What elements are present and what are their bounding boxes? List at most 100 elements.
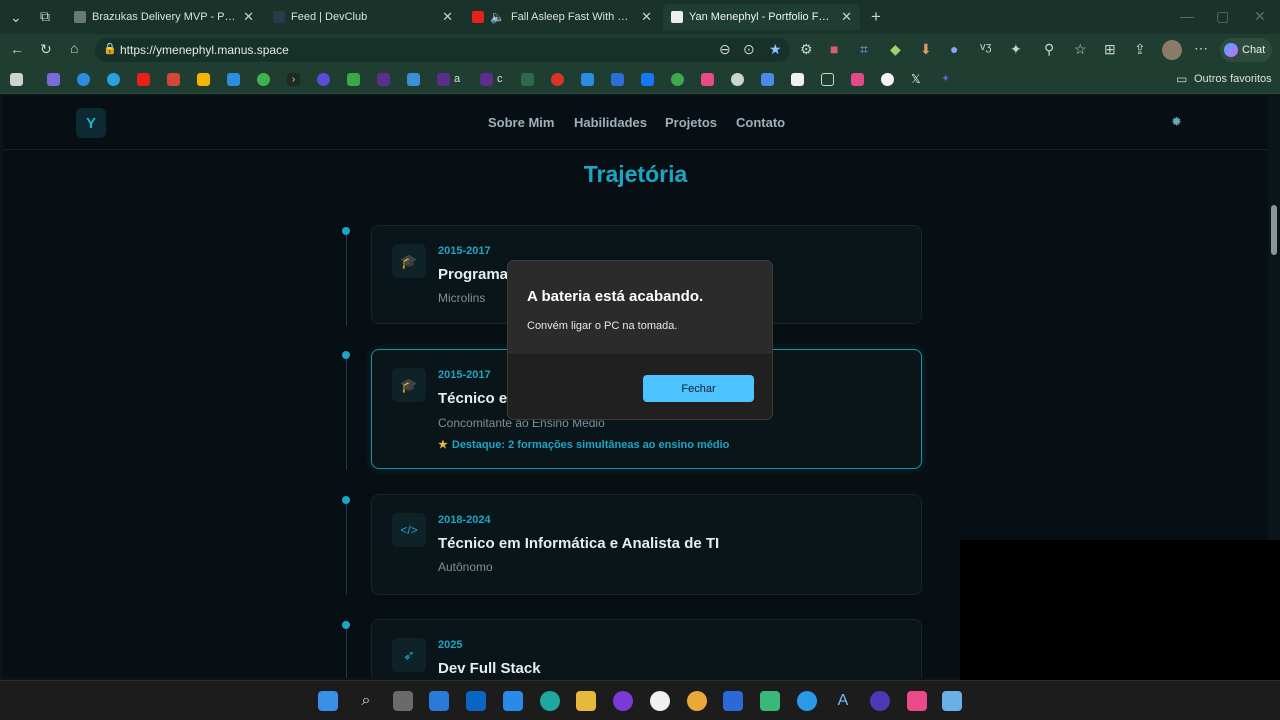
favorites-icon[interactable]: ☆ <box>1074 41 1087 58</box>
bookmark-icon[interactable] <box>701 73 714 86</box>
onedrive-icon[interactable] <box>77 73 90 86</box>
bookmark-icon[interactable] <box>347 73 360 86</box>
speaker-icon[interactable]: 🔈 <box>490 10 505 24</box>
x-icon[interactable]: 𝕏 <box>911 72 921 86</box>
maximize-icon[interactable]: ▢ <box>1216 8 1229 25</box>
close-window-icon[interactable]: ✕ <box>1254 8 1266 25</box>
refresh-icon[interactable]: ↻ <box>40 41 52 58</box>
bookmark-icon[interactable] <box>47 73 60 86</box>
other-favorites[interactable]: Outros favoritos <box>1194 73 1272 85</box>
docker-icon[interactable] <box>797 691 817 711</box>
scroll-thumb[interactable] <box>1271 205 1277 255</box>
avatar[interactable] <box>1162 40 1182 60</box>
tab-brazukas[interactable]: Brazukas Delivery MVP - Painel de ✕ <box>66 4 262 30</box>
timeline-line <box>346 235 347 326</box>
drive-icon[interactable] <box>197 73 210 86</box>
bookmark-icon[interactable] <box>10 73 23 86</box>
extension-icon[interactable]: ⌗ <box>860 41 868 58</box>
close-button[interactable]: Fechar <box>643 375 754 402</box>
bookmark-icon[interactable] <box>257 73 270 86</box>
search-icon[interactable]: ⌕ <box>356 691 376 711</box>
zoom-icon[interactable]: ⊖ <box>719 41 731 58</box>
url-text: https://ymenephyl.manus.space <box>120 43 289 57</box>
extension-icon[interactable]: ⚙ <box>800 41 813 58</box>
split-icon[interactable]: ⚲ <box>1044 41 1054 58</box>
bookmark-icon[interactable] <box>521 73 534 86</box>
google-icon[interactable] <box>881 73 894 86</box>
menu-icon[interactable]: ⋯ <box>1194 40 1208 57</box>
app-icon[interactable] <box>760 691 780 711</box>
extension-icon[interactable]: ◆ <box>890 41 901 58</box>
chevron-down-icon[interactable]: ⌄ <box>10 9 22 26</box>
youtube-icon[interactable] <box>137 73 150 86</box>
edge-icon[interactable] <box>540 691 560 711</box>
bookmark-icon[interactable] <box>437 73 450 86</box>
app-icon[interactable] <box>870 691 890 711</box>
github-icon[interactable] <box>650 691 670 711</box>
lock-icon[interactable]: 🔒 <box>103 42 117 55</box>
nav-sobre-mim[interactable]: Sobre Mim <box>488 115 554 130</box>
bookmark-icon[interactable] <box>671 73 684 86</box>
linkedin-icon[interactable] <box>466 691 486 711</box>
app-icon[interactable] <box>942 691 962 711</box>
extension-icon[interactable]: vʒ <box>980 41 992 53</box>
bookmark-icon[interactable] <box>611 73 624 86</box>
bookmark-label[interactable]: c <box>497 73 503 85</box>
bookmark-icon[interactable] <box>407 73 420 86</box>
close-icon[interactable]: ✕ <box>442 9 453 25</box>
bookmark-label[interactable]: a <box>454 73 460 85</box>
puzzle-icon[interactable]: ✦ <box>1010 41 1022 58</box>
bookmark-icon[interactable] <box>317 73 330 86</box>
copilot-chat-button[interactable]: Chat <box>1220 38 1272 62</box>
slack-icon[interactable] <box>907 691 927 711</box>
close-icon[interactable]: ✕ <box>641 9 652 25</box>
tab-portfolio[interactable]: Yan Menephyl - Portfolio Full-Stac ✕ <box>663 4 860 30</box>
folder-icon[interactable] <box>821 73 834 86</box>
onedrive-icon[interactable] <box>227 73 240 86</box>
share-icon[interactable]: ⇪ <box>1134 41 1146 58</box>
minimize-icon[interactable]: — <box>1180 8 1194 24</box>
extension-icon[interactable]: ● <box>950 41 958 57</box>
site-logo[interactable]: Y <box>76 108 106 138</box>
tab-devclub[interactable]: Feed | DevClub ✕ <box>265 4 461 30</box>
gmail-icon[interactable] <box>167 73 180 86</box>
app-icon[interactable] <box>613 691 633 711</box>
chrome-icon[interactable] <box>687 691 707 711</box>
windows-start-icon[interactable] <box>318 691 338 711</box>
bookmark-icon[interactable] <box>377 73 390 86</box>
bookmark-icon[interactable]: ✦ <box>941 72 950 85</box>
nav-habilidades[interactable]: Habilidades <box>574 115 647 130</box>
favorite-star-icon[interactable]: ★ <box>769 41 782 58</box>
more-icon[interactable]: ⊙ <box>743 41 755 58</box>
bookmark-icon[interactable] <box>480 73 493 86</box>
gemini-icon[interactable] <box>761 73 774 86</box>
nav-projetos[interactable]: Projetos <box>665 115 717 130</box>
collections-icon[interactable]: ⊞ <box>1104 41 1116 58</box>
slack-icon[interactable] <box>851 73 864 86</box>
nav-contato[interactable]: Contato <box>736 115 785 130</box>
sun-icon[interactable]: ✹ <box>1171 114 1182 130</box>
vscode-icon[interactable] <box>429 691 449 711</box>
file-explorer-icon[interactable] <box>576 691 596 711</box>
task-view-icon[interactable] <box>393 691 413 711</box>
extension-icon[interactable]: ⬇ <box>920 41 932 58</box>
url-input[interactable]: 🔒 https://ymenephyl.manus.space ⊖ ⊙ ★ <box>95 38 790 62</box>
onedrive-icon[interactable] <box>581 73 594 86</box>
close-icon[interactable]: ✕ <box>243 9 254 25</box>
new-tab-icon[interactable]: + <box>871 7 881 27</box>
telegram-icon[interactable] <box>107 73 120 86</box>
bookmark-icon[interactable] <box>551 73 564 86</box>
outlook-icon[interactable] <box>723 691 743 711</box>
tab-youtube[interactable]: 🔈 Fall Asleep Fast With Heavy Ra ✕ <box>464 4 660 30</box>
terminal-icon[interactable]: › <box>287 73 300 86</box>
chatgpt-icon[interactable] <box>731 73 744 86</box>
close-icon[interactable]: ✕ <box>841 9 852 25</box>
extension-icon[interactable]: ■ <box>830 41 838 57</box>
bookmark-icon[interactable] <box>791 73 804 86</box>
back-icon[interactable]: ← <box>10 41 24 57</box>
app-icon[interactable]: A <box>833 691 853 711</box>
workspaces-icon[interactable]: ⧉ <box>40 8 50 25</box>
home-icon[interactable]: ⌂ <box>70 40 78 56</box>
facebook-icon[interactable] <box>641 73 654 86</box>
app-icon[interactable] <box>503 691 523 711</box>
